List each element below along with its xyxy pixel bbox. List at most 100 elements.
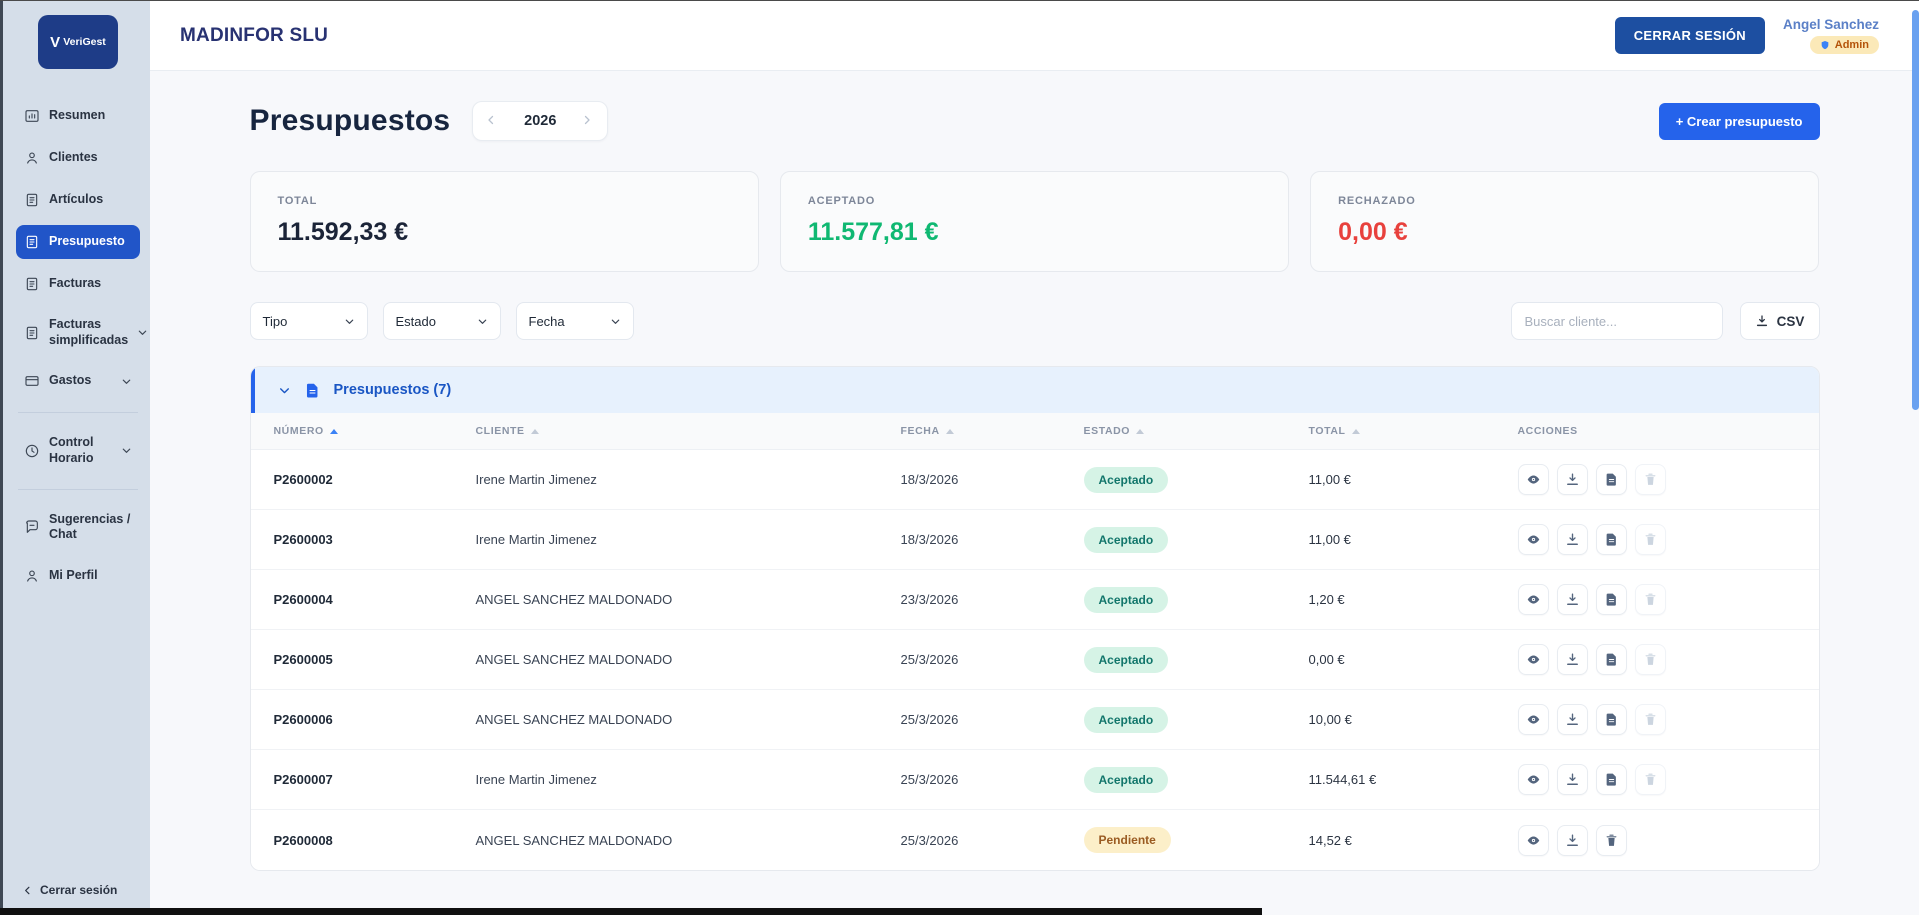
cell-total: 11,00 € bbox=[1309, 532, 1518, 547]
download-button[interactable] bbox=[1557, 524, 1588, 555]
delete-button[interactable] bbox=[1596, 825, 1627, 856]
cell-cliente: ANGEL SANCHEZ MALDONADO bbox=[476, 592, 901, 607]
fecha-select[interactable]: Fecha bbox=[516, 302, 634, 340]
table-row: P2600005 ANGEL SANCHEZ MALDONADO 25/3/20… bbox=[251, 630, 1819, 690]
view-button[interactable] bbox=[1518, 704, 1549, 735]
card-label: TOTAL bbox=[278, 195, 731, 207]
year-selector: 2026 bbox=[472, 101, 608, 141]
tipo-select[interactable]: Tipo bbox=[250, 302, 368, 340]
view-button[interactable] bbox=[1518, 644, 1549, 675]
page-title: Presupuestos bbox=[250, 104, 451, 138]
view-button[interactable] bbox=[1518, 524, 1549, 555]
column-header-numero[interactable]: NÚMERO bbox=[274, 425, 476, 437]
column-header-estado[interactable]: ESTADO bbox=[1084, 425, 1309, 437]
sidebar-item-facturas-simplificadas[interactable]: Facturas simplificadas bbox=[16, 309, 140, 356]
delete-button-disabled bbox=[1635, 584, 1666, 615]
column-header-cliente[interactable]: CLIENTE bbox=[476, 425, 901, 437]
file-icon bbox=[1604, 472, 1619, 487]
chevron-right-icon bbox=[581, 114, 593, 126]
eye-icon bbox=[1526, 712, 1541, 727]
cell-total: 1,20 € bbox=[1309, 592, 1518, 607]
budgets-table: Presupuestos (7) NÚMERO CLIENTE FECHA ES… bbox=[250, 366, 1820, 871]
download-icon bbox=[1565, 592, 1580, 607]
document-button[interactable] bbox=[1596, 704, 1627, 735]
view-button[interactable] bbox=[1518, 825, 1549, 856]
column-label: TOTAL bbox=[1309, 425, 1346, 437]
document-icon bbox=[24, 192, 40, 208]
status-badge: Pendiente bbox=[1084, 827, 1171, 853]
sidebar-logout[interactable]: Cerrar sesión bbox=[16, 879, 140, 901]
sidebar-item-gastos[interactable]: Gastos bbox=[16, 364, 140, 398]
sidebar-item-label: Facturas simplificadas bbox=[49, 317, 128, 348]
previous-year-button[interactable] bbox=[485, 114, 499, 128]
cell-total: 14,52 € bbox=[1309, 833, 1518, 848]
next-year-button[interactable] bbox=[581, 114, 595, 128]
sidebar-item-clientes[interactable]: Clientes bbox=[16, 141, 140, 175]
eye-icon bbox=[1526, 592, 1541, 607]
view-button[interactable] bbox=[1518, 464, 1549, 495]
column-label: ESTADO bbox=[1084, 425, 1131, 437]
cell-cliente: Irene Martin Jimenez bbox=[476, 472, 901, 487]
card-label: ACEPTADO bbox=[808, 195, 1261, 207]
chat-icon bbox=[24, 519, 40, 535]
column-header-total[interactable]: TOTAL bbox=[1309, 425, 1518, 437]
estado-select[interactable]: Estado bbox=[383, 302, 501, 340]
scrollbar-thumb[interactable] bbox=[1912, 10, 1919, 410]
eye-icon bbox=[1526, 652, 1541, 667]
view-button[interactable] bbox=[1518, 584, 1549, 615]
csv-export-button[interactable]: CSV bbox=[1740, 302, 1820, 340]
estado-select-value: Estado bbox=[396, 314, 436, 329]
cell-numero: P2600004 bbox=[274, 592, 476, 607]
document-button[interactable] bbox=[1596, 524, 1627, 555]
document-button[interactable] bbox=[1596, 464, 1627, 495]
card-label: RECHAZADO bbox=[1338, 195, 1791, 207]
cell-numero: P2600003 bbox=[274, 532, 476, 547]
role-label: Admin bbox=[1835, 39, 1869, 51]
divider bbox=[18, 489, 138, 490]
cell-total: 10,00 € bbox=[1309, 712, 1518, 727]
cell-numero: P2600006 bbox=[274, 712, 476, 727]
cell-total: 0,00 € bbox=[1309, 652, 1518, 667]
column-label: CLIENTE bbox=[476, 425, 525, 437]
logout-button[interactable]: CERRAR SESIÓN bbox=[1615, 17, 1765, 54]
trash-icon bbox=[1643, 652, 1658, 667]
sidebar-item-label: Control Horario bbox=[49, 435, 112, 466]
trash-icon bbox=[1604, 833, 1619, 848]
download-button[interactable] bbox=[1557, 764, 1588, 795]
card-value-total: 11.592,33 € bbox=[278, 218, 731, 247]
logout-label: Cerrar sesión bbox=[40, 883, 117, 897]
download-button[interactable] bbox=[1557, 464, 1588, 495]
table-section-header[interactable]: Presupuestos (7) bbox=[251, 367, 1819, 413]
view-button[interactable] bbox=[1518, 764, 1549, 795]
client-search-input[interactable] bbox=[1511, 302, 1723, 340]
sort-icon bbox=[946, 429, 954, 434]
download-icon bbox=[1755, 314, 1769, 328]
document-button[interactable] bbox=[1596, 644, 1627, 675]
download-button[interactable] bbox=[1557, 644, 1588, 675]
shield-icon bbox=[1820, 40, 1830, 50]
document-button[interactable] bbox=[1596, 764, 1627, 795]
sidebar-item-presupuesto[interactable]: Presupuesto bbox=[16, 225, 140, 259]
sidebar-item-sugerencias-chat[interactable]: Sugerencias / Chat bbox=[16, 504, 140, 551]
sidebar-item-facturas[interactable]: Facturas bbox=[16, 267, 140, 301]
sort-icon bbox=[1136, 429, 1144, 434]
cell-cliente: ANGEL SANCHEZ MALDONADO bbox=[476, 652, 901, 667]
sidebar-item-control-horario[interactable]: Control Horario bbox=[16, 427, 140, 474]
download-button[interactable] bbox=[1557, 825, 1588, 856]
sidebar: V VeriGest Resumen Clientes Artículos Pr… bbox=[0, 1, 150, 915]
total-card: TOTAL 11.592,33 € bbox=[250, 171, 759, 272]
document-button[interactable] bbox=[1596, 584, 1627, 615]
eye-icon bbox=[1526, 772, 1541, 787]
app-logo: V VeriGest bbox=[38, 15, 118, 69]
bar-chart-icon bbox=[24, 108, 40, 124]
user-block[interactable]: Angel Sanchez Admin bbox=[1783, 17, 1879, 54]
download-button[interactable] bbox=[1557, 584, 1588, 615]
sidebar-item-resumen[interactable]: Resumen bbox=[16, 99, 140, 133]
trash-icon bbox=[1643, 592, 1658, 607]
cell-total: 11,00 € bbox=[1309, 472, 1518, 487]
sidebar-item-articulos[interactable]: Artículos bbox=[16, 183, 140, 217]
create-budget-button[interactable]: + Crear presupuesto bbox=[1659, 103, 1820, 140]
download-button[interactable] bbox=[1557, 704, 1588, 735]
sidebar-item-mi-perfil[interactable]: Mi Perfil bbox=[16, 559, 140, 593]
column-header-fecha[interactable]: FECHA bbox=[901, 425, 1084, 437]
